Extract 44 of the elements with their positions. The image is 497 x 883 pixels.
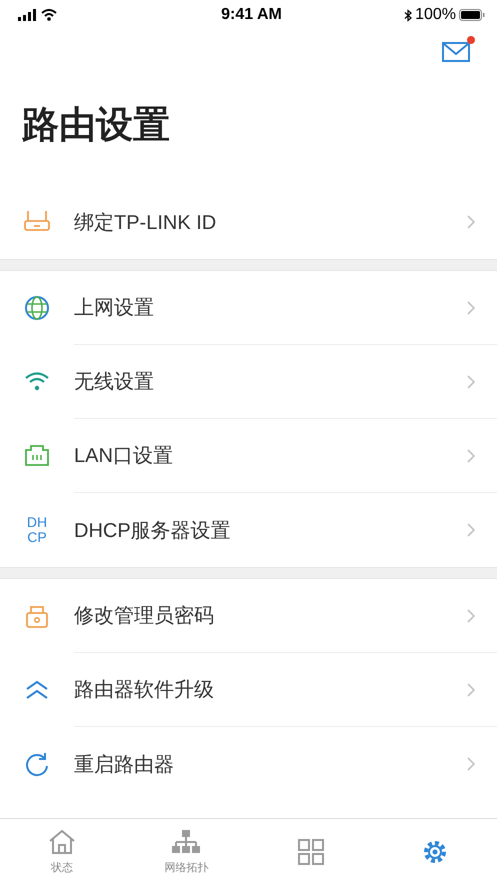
chevron-right-icon (467, 523, 475, 537)
chevron-right-icon (467, 300, 475, 314)
row-label: DHCP服务器设置 (74, 518, 231, 544)
home-icon (47, 828, 78, 856)
row-label: 路由器软件升级 (74, 678, 214, 703)
row-label: LAN口设置 (74, 444, 173, 469)
network-tree-icon (171, 828, 202, 856)
settings-row[interactable]: DH CP DHCP服务器设置 (0, 493, 497, 567)
wifi-icon (41, 9, 57, 21)
grid-icon (296, 837, 326, 865)
battery-icon (458, 9, 485, 21)
settings-row[interactable]: 修改管理员密码 (0, 579, 497, 653)
globe-icon (25, 296, 49, 320)
bluetooth-icon (404, 8, 412, 22)
ethernet-port-icon (25, 445, 49, 466)
chevron-right-icon (467, 757, 475, 771)
row-label: 绑定TP-LINK ID (74, 210, 216, 236)
chevron-right-icon (467, 448, 475, 462)
row-label: 重启路由器 (74, 752, 174, 778)
lock-icon (26, 606, 48, 628)
row-label: 无线设置 (74, 370, 154, 395)
settings-row[interactable]: 无线设置 (0, 345, 497, 419)
tab[interactable]: 状态 (0, 819, 124, 883)
settings-row[interactable]: LAN口设置 (0, 419, 497, 493)
dhcp-icon: DH CP (26, 515, 48, 545)
page-title: 路由设置 (22, 103, 171, 147)
tab[interactable]: 网络拓扑 (124, 819, 248, 883)
router-icon (24, 210, 50, 231)
clock: 9:41 AM (221, 6, 282, 24)
chevron-right-icon (467, 608, 475, 622)
signal-icon (18, 9, 36, 21)
chevron-right-icon (467, 374, 475, 388)
row-label: 上网设置 (74, 296, 154, 321)
row-label: 修改管理员密码 (74, 604, 214, 629)
battery-percentage: 100% (415, 6, 456, 24)
settings-row[interactable]: 重启路由器 (0, 727, 497, 801)
settings-row[interactable]: 绑定TP-LINK ID (0, 185, 497, 259)
refresh-icon (26, 753, 48, 776)
double-chevron-up-icon (26, 680, 48, 699)
chevron-right-icon (467, 682, 475, 696)
settings-row[interactable]: 路由器软件升级 (0, 653, 497, 727)
settings-row[interactable]: 上网设置 (0, 271, 497, 345)
chevron-right-icon (467, 215, 475, 229)
wifi-icon (25, 372, 49, 390)
